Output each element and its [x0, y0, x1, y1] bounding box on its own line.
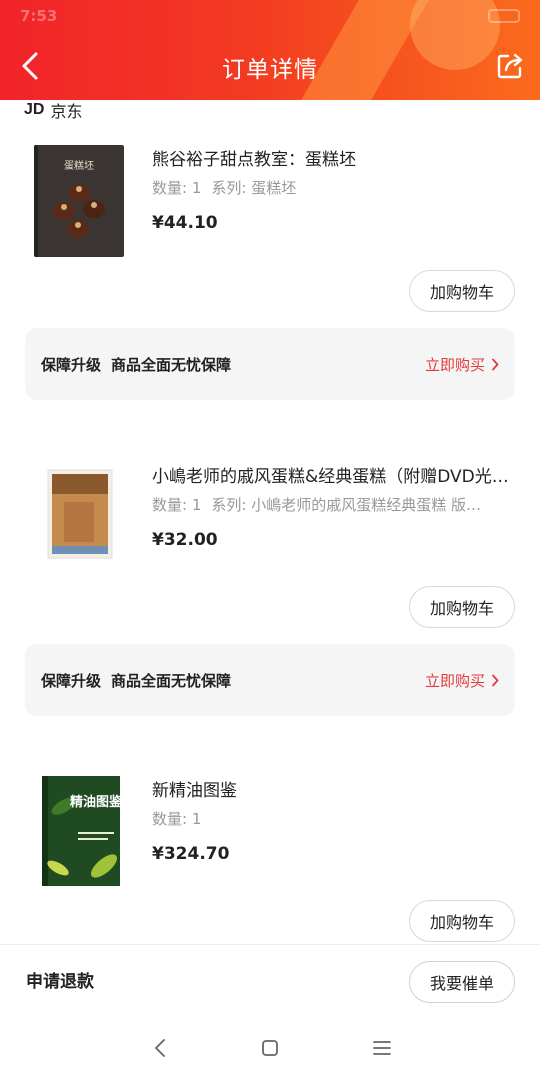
- status-time: 7:53: [20, 7, 58, 25]
- nav-menu-icon: [373, 1041, 391, 1055]
- buy-now-label: 立即购买: [424, 355, 485, 374]
- product-title: 小嶋老师的戚风蛋糕&经典蛋糕（附赠DVD光…: [152, 467, 509, 487]
- product-price: ¥44.10: [152, 213, 218, 233]
- product-series: 系列: 蛋糕坯: [211, 179, 297, 197]
- product-quantity: 数量: 1: [152, 810, 202, 828]
- nav-back-icon: [155, 1039, 165, 1057]
- product-meta: 数量: 1: [152, 809, 516, 829]
- battery-icon: [488, 9, 520, 23]
- product-image[interactable]: [34, 462, 124, 574]
- page-title: 订单详情: [222, 57, 318, 83]
- product-price: ¥32.00: [152, 530, 218, 550]
- product-price: ¥324.70: [152, 844, 230, 864]
- product-info[interactable]: 小嶋老师的戚风蛋糕&经典蛋糕（附赠DVD光… 数量: 1 系列: 小嶋老师的戚风蛋…: [152, 466, 516, 551]
- jd-logo: JD: [24, 101, 45, 118]
- system-nav-bar: [0, 1016, 540, 1080]
- product-meta: 数量: 1 系列: 蛋糕坯: [152, 178, 516, 198]
- buy-now-label: 立即购买: [424, 671, 485, 690]
- share-button[interactable]: [494, 50, 526, 82]
- product-image[interactable]: 蛋糕坯: [34, 145, 124, 257]
- product-title: 新精油图鉴: [152, 781, 237, 801]
- header-bar: 7:53 订单详情: [0, 0, 540, 100]
- guarantee-label: 保障升级: [41, 355, 102, 374]
- shop-row[interactable]: JD 京东: [24, 98, 82, 122]
- nav-home-icon: [262, 1040, 278, 1056]
- nav-menu-button[interactable]: [370, 1036, 394, 1060]
- guarantee-label: 保障升级: [41, 671, 102, 690]
- product-image[interactable]: 精油图鉴: [34, 776, 124, 888]
- chiffon-book-cover: [34, 462, 124, 574]
- product-info[interactable]: 新精油图鉴 数量: 1 ¥324.70: [152, 780, 516, 865]
- product-quantity: 数量: 1: [152, 496, 202, 514]
- essential-oil-book-cover: 精油图鉴: [34, 776, 124, 888]
- cake-book-cover: 蛋糕坯: [34, 145, 124, 257]
- buy-now-link[interactable]: 立即购买: [425, 354, 499, 375]
- share-icon: [497, 53, 523, 79]
- refund-button[interactable]: 申请退款: [26, 967, 94, 992]
- status-bar: 7:53: [0, 0, 540, 32]
- bottom-action-bar: 申请退款 我要催单: [0, 944, 540, 1016]
- guarantee-text: 保障升级 商品全面无忧保障: [41, 354, 231, 375]
- product-info[interactable]: 熊谷裕子甜点教室：蛋糕坯 数量: 1 系列: 蛋糕坯 ¥44.10: [152, 149, 516, 234]
- buy-now-link[interactable]: 立即购买: [425, 670, 499, 691]
- urge-order-button[interactable]: 我要催单: [409, 961, 515, 1003]
- guarantee-text: 保障升级 商品全面无忧保障: [41, 670, 231, 691]
- add-to-cart-button[interactable]: 加购物车: [409, 900, 515, 942]
- product-series: 系列: 小嶋老师的戚风蛋糕经典蛋糕 版…: [211, 496, 481, 514]
- nav-back-button[interactable]: [148, 1036, 172, 1060]
- chevron-right-icon: [492, 358, 499, 370]
- nav-home-button[interactable]: [258, 1036, 282, 1060]
- product-quantity: 数量: 1: [152, 179, 202, 197]
- cover-title: 精油图鉴: [70, 794, 123, 810]
- shop-name: 京东: [50, 102, 83, 121]
- status-icons: [488, 9, 520, 23]
- add-to-cart-button[interactable]: 加购物车: [409, 586, 515, 628]
- product-meta: 数量: 1 系列: 小嶋老师的戚风蛋糕经典蛋糕 版…: [152, 495, 516, 515]
- guarantee-banner[interactable]: 保障升级 商品全面无忧保障 立即购买: [25, 328, 515, 400]
- chevron-right-icon: [492, 674, 499, 686]
- product-title: 熊谷裕子甜点教室：蛋糕坯: [152, 150, 356, 170]
- guarantee-desc: 商品全面无忧保障: [111, 671, 232, 690]
- add-to-cart-button[interactable]: 加购物车: [409, 270, 515, 312]
- guarantee-desc: 商品全面无忧保障: [111, 355, 232, 374]
- guarantee-banner[interactable]: 保障升级 商品全面无忧保障 立即购买: [25, 644, 515, 716]
- cover-title: 蛋糕坯: [64, 159, 94, 172]
